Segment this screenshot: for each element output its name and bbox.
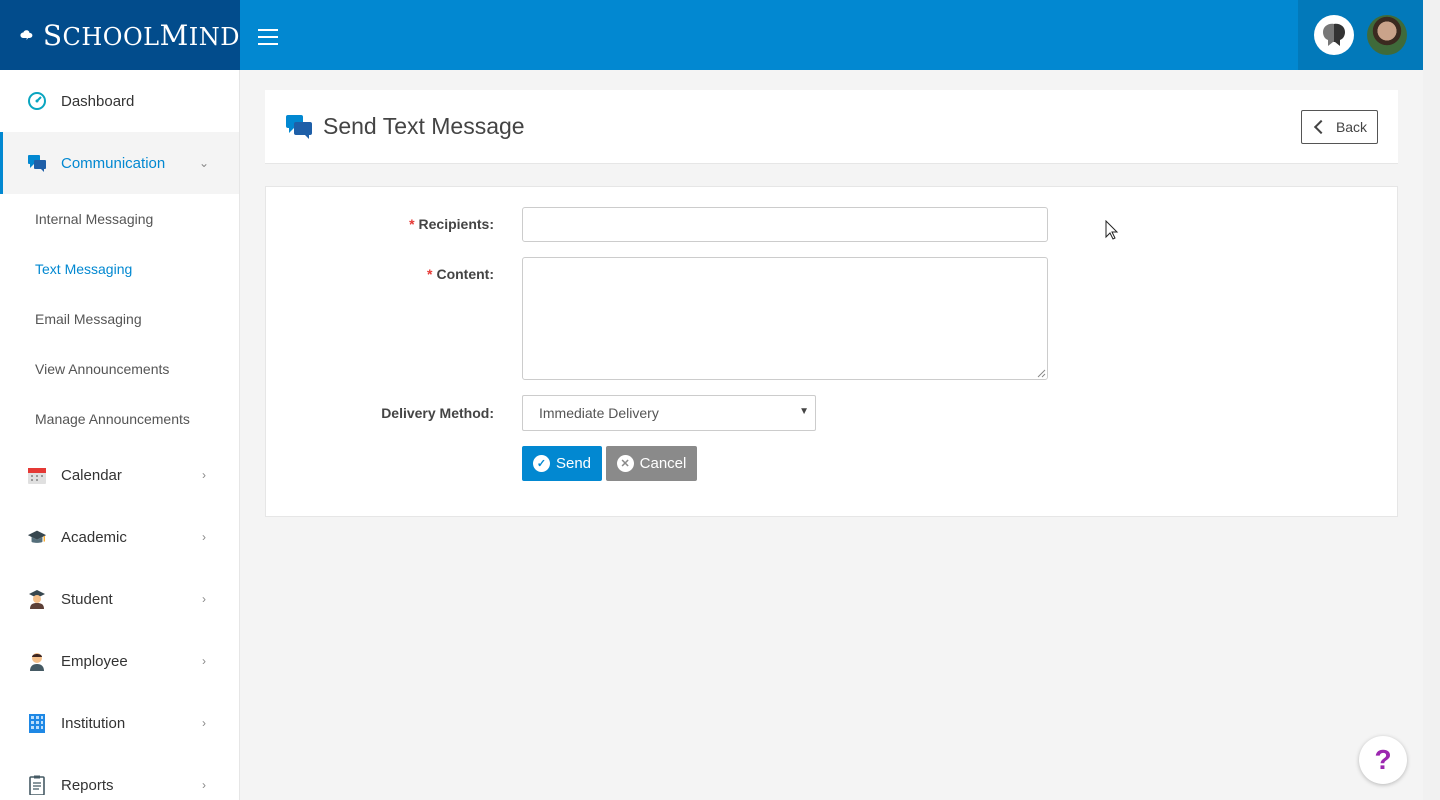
top-header: SCHOOLMIND	[0, 0, 1423, 70]
employee-icon	[27, 651, 47, 671]
sidebar-item-employee[interactable]: Employee ›	[0, 630, 239, 692]
chevron-right-icon: ›	[202, 530, 206, 544]
sidebar-item-label: Dashboard	[61, 92, 135, 110]
help-button[interactable]: ?	[1359, 736, 1407, 784]
content-label: * Content:	[427, 266, 494, 282]
chevron-right-icon: ›	[202, 592, 206, 606]
back-button[interactable]: Back	[1301, 110, 1378, 144]
sidebar-item-label: Student	[61, 590, 113, 608]
sidebar-item-communication[interactable]: Communication ⌄	[0, 132, 239, 194]
menu-toggle-icon[interactable]	[258, 29, 278, 45]
back-button-label: Back	[1335, 119, 1368, 135]
sidebar-subitem-manage-announcements[interactable]: Manage Announcements	[0, 394, 239, 444]
chevron-right-icon: ›	[202, 778, 206, 792]
clipboard-icon	[27, 775, 47, 795]
building-icon	[27, 713, 47, 733]
resize-handle-icon[interactable]	[1037, 369, 1046, 378]
chevron-down-icon: ⌄	[199, 156, 210, 170]
send-button[interactable]: ✓ Send	[522, 446, 602, 481]
student-icon	[27, 589, 47, 609]
chevron-right-icon: ›	[202, 654, 206, 668]
chat-bubbles-icon	[286, 114, 312, 139]
recipients-label: * Recipients:	[409, 216, 494, 232]
sidebar-item-label: Institution	[61, 714, 126, 732]
graduation-cap-icon	[27, 527, 47, 547]
cloud-logo-icon	[20, 30, 33, 41]
sidebar-item-reports[interactable]: Reports ›	[0, 754, 239, 800]
content-textarea[interactable]	[522, 257, 1048, 380]
brand-name: SCHOOLMIND	[42, 18, 240, 52]
cancel-button-label: Cancel	[639, 455, 687, 472]
sidebar-item-label: Calendar	[61, 466, 122, 484]
page-header: Send Text Message Back	[265, 90, 1398, 164]
sidebar-subitem-text-messaging[interactable]: Text Messaging	[0, 244, 239, 294]
send-button-label: Send	[555, 455, 592, 472]
sidebar-subitem-internal-messaging[interactable]: Internal Messaging	[0, 194, 239, 244]
sidebar-subitem-email-messaging[interactable]: Email Messaging	[0, 294, 239, 344]
brain-avatar-icon[interactable]	[1314, 15, 1355, 55]
sidebar: Dashboard Communication ⌄ Internal Messa…	[0, 70, 240, 800]
send-text-form: * Recipients: * Content: Delivery Method: …	[265, 186, 1398, 517]
delivery-method-label: Delivery Method:	[381, 405, 494, 421]
sidebar-item-label: Communication	[61, 154, 166, 172]
check-circle-icon: ✓	[532, 455, 550, 472]
recipients-input[interactable]	[522, 207, 1048, 242]
header-avatars	[1298, 0, 1423, 70]
dashboard-icon	[27, 91, 47, 111]
sidebar-item-institution[interactable]: Institution ›	[0, 692, 239, 754]
sidebar-item-dashboard[interactable]: Dashboard	[0, 70, 239, 132]
sidebar-item-student[interactable]: Student ›	[0, 568, 239, 630]
sidebar-item-label: Reports	[61, 776, 114, 794]
required-marker: *	[409, 216, 415, 232]
chevron-right-icon: ›	[202, 468, 206, 482]
chevron-left-icon	[1313, 119, 1329, 135]
delivery-method-value: Immediate Delivery	[539, 405, 659, 421]
cancel-button[interactable]: ✕ Cancel	[606, 446, 697, 481]
sidebar-item-calendar[interactable]: Calendar ›	[0, 444, 239, 506]
page-title: Send Text Message	[323, 113, 525, 139]
user-avatar[interactable]	[1366, 15, 1407, 55]
delivery-method-select[interactable]: Immediate Delivery ▼	[522, 395, 816, 431]
logo[interactable]: SCHOOLMIND	[0, 0, 240, 70]
calendar-icon	[27, 465, 47, 485]
required-marker: *	[427, 266, 433, 282]
caret-down-icon: ▼	[799, 406, 809, 417]
chevron-right-icon: ›	[202, 716, 206, 730]
scrollbar[interactable]	[1423, 0, 1440, 800]
close-circle-icon: ✕	[616, 455, 634, 472]
sidebar-item-academic[interactable]: Academic ›	[0, 506, 239, 568]
sidebar-subitem-view-announcements[interactable]: View Announcements	[0, 344, 239, 394]
sidebar-item-label: Employee	[61, 652, 128, 670]
sidebar-item-label: Academic	[61, 528, 127, 546]
mouse-cursor-icon	[1105, 220, 1119, 240]
chat-bubbles-icon	[27, 153, 47, 173]
